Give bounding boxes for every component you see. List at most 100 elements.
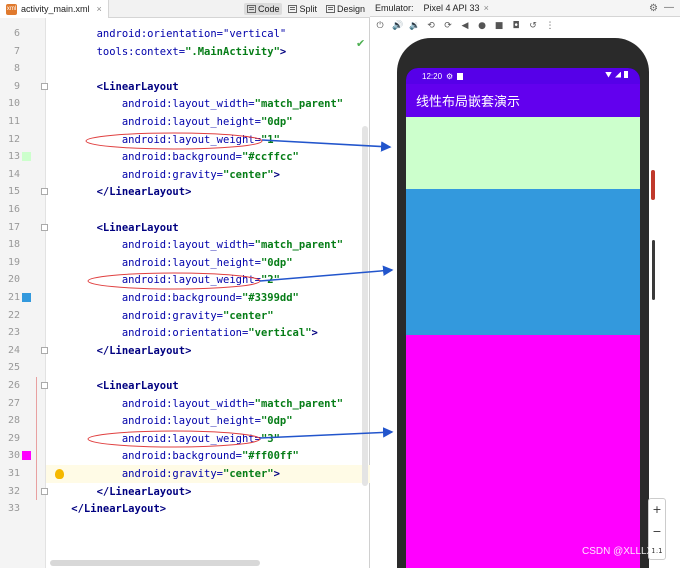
code-line[interactable]: android:layout_height="0dp": [46, 254, 370, 272]
code-token: >: [311, 327, 318, 340]
fold-marker-icon[interactable]: [41, 82, 48, 90]
code-view-button[interactable]: Code: [243, 3, 283, 15]
code-token: android:layout_weight=: [46, 432, 261, 445]
code-token: "center": [223, 468, 274, 480]
emulator-device-tab[interactable]: Pixel 4 API 33 ×: [424, 3, 489, 13]
horizontal-scrollbar[interactable]: [50, 560, 260, 566]
code-line[interactable]: </LinearLayout>: [46, 500, 370, 518]
code-token: android:layout_height=: [46, 415, 261, 428]
code-line[interactable]: [46, 60, 370, 78]
file-tab-label: activity_main.xml: [21, 4, 90, 14]
rotate-left-icon[interactable]: ⟲: [426, 21, 436, 31]
code-line[interactable]: android:orientation="vertical">: [46, 324, 370, 342]
design-view-button[interactable]: Design: [323, 3, 368, 15]
fold-marker-icon[interactable]: [41, 346, 48, 354]
code-line[interactable]: <LinearLayout: [46, 78, 370, 96]
line-number: 23: [7, 327, 20, 339]
vertical-scrollbar[interactable]: [362, 126, 368, 486]
layout-block-weight-1: [406, 117, 640, 189]
code-line[interactable]: android:orientation="vertical": [46, 25, 370, 43]
fold-marker-icon[interactable]: [41, 382, 48, 389]
close-device-icon[interactable]: ×: [484, 3, 489, 13]
code-line[interactable]: </LinearLayout>: [46, 183, 370, 201]
code-line[interactable]: android:layout_weight="1": [46, 131, 370, 149]
volume-down-icon[interactable]: 🔉: [409, 21, 420, 31]
code-token: </LinearLayout>: [46, 485, 192, 498]
minimize-icon[interactable]: —: [664, 2, 674, 13]
code-token: "0dp": [260, 415, 293, 428]
zoom-in-button[interactable]: +: [652, 503, 661, 516]
snapshot-icon[interactable]: ↺: [528, 21, 538, 31]
fold-marker-icon[interactable]: [41, 223, 48, 231]
back-icon[interactable]: ◀: [460, 21, 470, 31]
code-line[interactable]: android:layout_height="0dp": [46, 113, 370, 131]
code-token: </LinearLayout>: [46, 503, 167, 516]
code-token: android:layout_height=: [46, 116, 261, 128]
code-line[interactable]: android:gravity="center": [46, 307, 370, 325]
phone-power-button[interactable]: [651, 170, 655, 200]
code-line[interactable]: android:layout_width="match_parent": [46, 395, 370, 413]
code-line[interactable]: android:gravity="center">: [46, 166, 370, 184]
code-view-label: Code: [257, 4, 280, 14]
no-errors-check-icon[interactable]: ✔: [356, 37, 365, 50]
overview-icon[interactable]: ■: [494, 21, 504, 31]
code-line[interactable]: <LinearLayout: [46, 377, 370, 395]
view-mode-switcher: Code Split Design: [243, 0, 368, 18]
code-token: "2": [260, 274, 280, 287]
code-line[interactable]: android:gravity="center">: [46, 465, 370, 483]
code-line[interactable]: </LinearLayout>: [46, 342, 370, 360]
editor-tab-bar: xml activity_main.xml × Code Split Desig…: [0, 0, 370, 18]
code-line[interactable]: [46, 201, 370, 219]
code-line[interactable]: android:layout_height="0dp": [46, 412, 370, 430]
signal-icon: [615, 71, 621, 78]
line-number: 7: [13, 45, 20, 57]
code-line[interactable]: android:layout_width="match_parent": [46, 236, 370, 254]
code-area[interactable]: android:orientation="vertical" tools:con…: [46, 18, 370, 568]
zoom-out-button[interactable]: −: [652, 525, 661, 538]
battery-icon: [624, 71, 628, 78]
more-icon[interactable]: ⋮: [545, 21, 555, 31]
code-line[interactable]: <LinearLayout: [46, 219, 370, 237]
color-swatch-icon[interactable]: [22, 451, 31, 461]
split-view-button[interactable]: Split: [285, 3, 320, 15]
lightbulb-icon[interactable]: [55, 469, 64, 479]
power-icon[interactable]: ⏻: [375, 21, 385, 31]
code-line[interactable]: android:layout_width="match_parent": [46, 95, 370, 113]
code-line[interactable]: android:layout_weight="2": [46, 271, 370, 289]
layout-block-weight-3: [406, 335, 640, 568]
code-line[interactable]: tools:context=".MainActivity">: [46, 43, 370, 61]
close-tab-icon[interactable]: ×: [97, 4, 102, 14]
code-line[interactable]: [46, 359, 370, 377]
design-view-icon: [325, 5, 335, 13]
line-number: 30: [7, 450, 20, 462]
code-line[interactable]: android:background="#ff00ff": [46, 447, 370, 465]
fold-marker-icon[interactable]: [41, 188, 48, 196]
code-token: "match_parent": [254, 98, 344, 111]
color-swatch-icon[interactable]: [22, 293, 31, 302]
code-line[interactable]: android:layout_weight="3": [46, 430, 370, 448]
code-token: "center": [223, 309, 274, 322]
file-tab-activity-main[interactable]: xml activity_main.xml ×: [0, 0, 109, 18]
line-number: 27: [7, 397, 20, 409]
code-line[interactable]: android:background="#3399dd": [46, 289, 370, 307]
code-token: "center": [223, 168, 274, 181]
rotate-right-icon[interactable]: ⟳: [443, 21, 453, 31]
code-token: "match_parent": [254, 397, 344, 410]
code-line[interactable]: </LinearLayout>: [46, 483, 370, 501]
screenshot-icon[interactable]: ◘: [511, 21, 521, 31]
code-token: ".MainActivity": [185, 45, 280, 58]
line-number: 31: [7, 468, 20, 479]
line-number: 13: [7, 151, 20, 163]
code-line[interactable]: android:background="#ccffcc": [46, 148, 370, 166]
code-view-icon: [246, 5, 256, 13]
code-token: "#ccffcc": [241, 151, 299, 164]
status-time: 12:20: [422, 71, 443, 81]
phone-volume-button[interactable]: [652, 240, 655, 300]
wifi-icon: [605, 71, 612, 78]
split-view-label: Split: [299, 4, 317, 14]
home-icon[interactable]: ●: [477, 21, 487, 31]
settings-gear-icon[interactable]: ⚙: [649, 3, 658, 14]
fold-marker-icon[interactable]: [41, 487, 48, 495]
volume-up-icon[interactable]: 🔊: [392, 21, 403, 31]
color-swatch-icon[interactable]: [22, 152, 31, 162]
